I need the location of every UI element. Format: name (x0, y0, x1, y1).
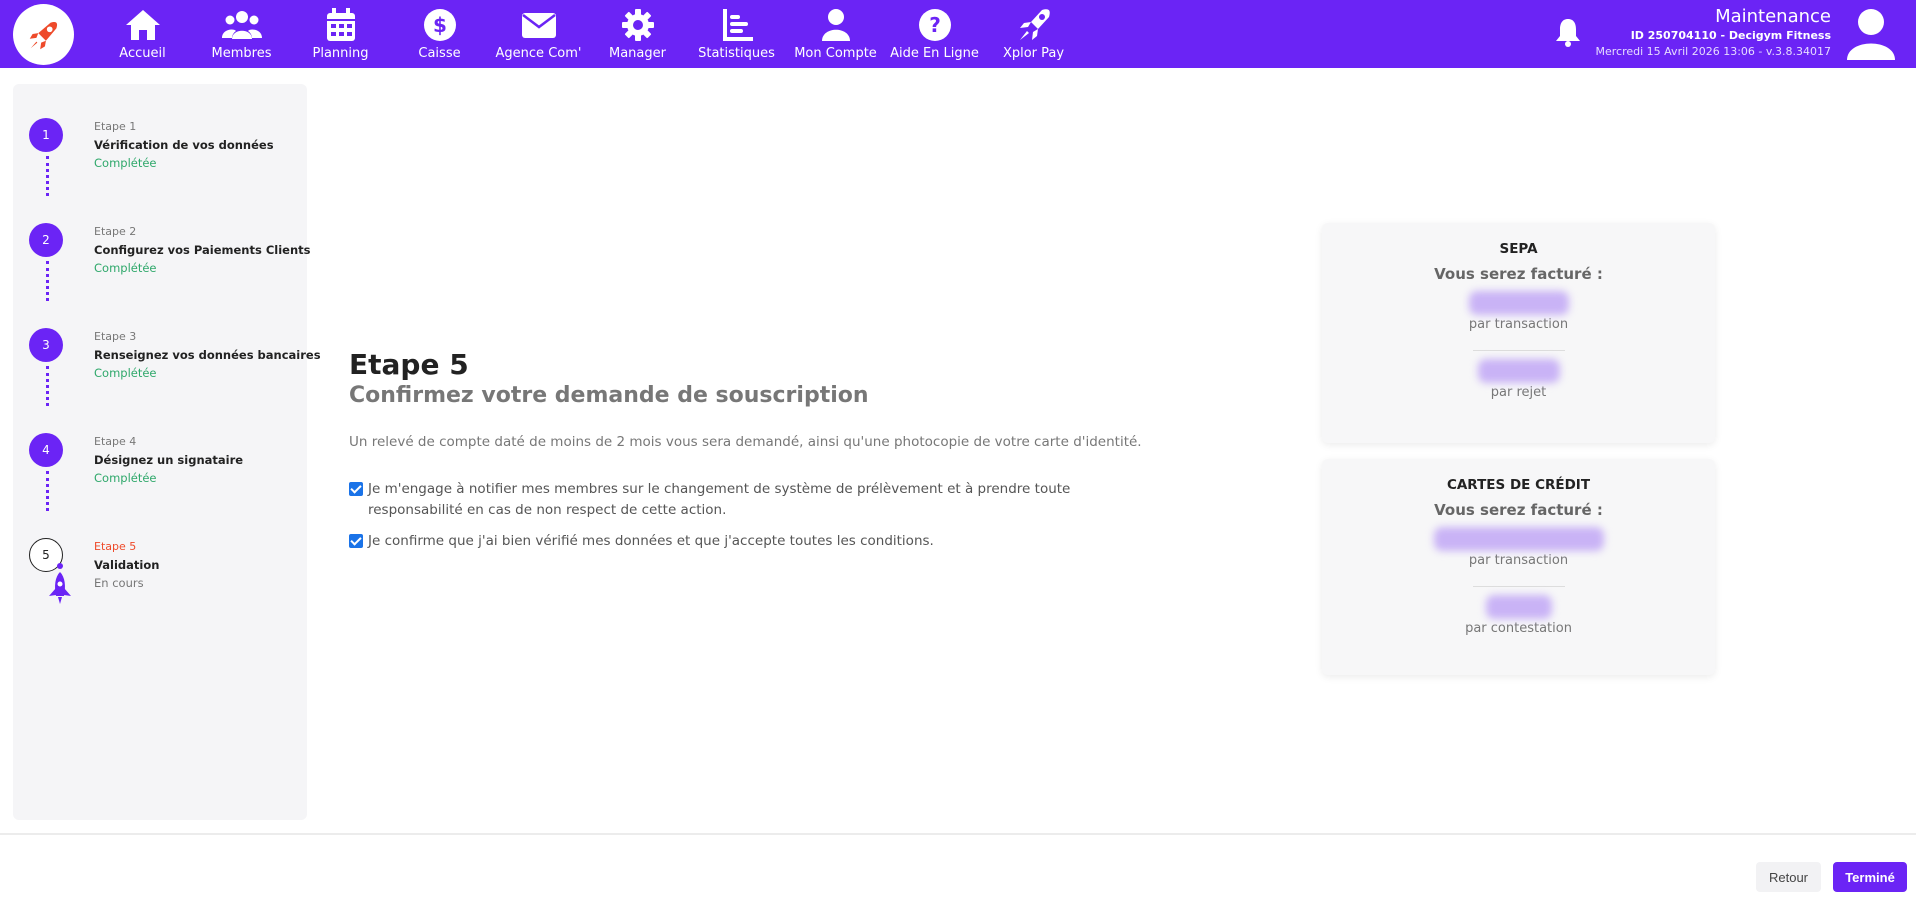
top-navbar: Accueil Membres Planning $ Caisse Agence… (0, 0, 1916, 68)
envelope-icon (521, 13, 556, 38)
divider (1472, 350, 1565, 351)
step-1-status: Complétée (94, 156, 157, 170)
commitment-check-label: Je m'engage à notifier mes membres sur l… (368, 481, 1071, 518)
credit-card-dispute-unit: par contestation (1465, 621, 1572, 636)
sepa-transaction-unit: par transaction (1468, 317, 1569, 332)
bell-icon[interactable] (1554, 17, 1582, 47)
avatar-icon[interactable] (1845, 6, 1897, 62)
step-1: 1 Etape 1 Vérification de vos données Co… (29, 100, 299, 170)
nav-xplor-pay-label: Xplor Pay (1002, 46, 1065, 61)
credit-card-transaction-unit: par transaction (1468, 553, 1569, 568)
svg-text:$: $ (433, 13, 447, 37)
nav-mon-compte-label: Mon Compte (794, 46, 877, 61)
step-connector (46, 471, 50, 511)
sepa-title: SEPA (1499, 241, 1538, 257)
stepper-sidebar: 1 Etape 1 Vérification de vos données Co… (13, 84, 321, 820)
step-5-number: Etape 5 (94, 540, 137, 553)
main-nav: Accueil Membres Planning $ Caisse Agence… (93, 0, 1083, 68)
nav-membres[interactable]: Membres (192, 0, 291, 68)
credit-card-subtitle: Vous serez facturé : (1434, 501, 1603, 519)
nav-accueil[interactable]: Accueil (93, 0, 192, 68)
step-4-circle: 4 (29, 433, 63, 467)
user-icon (821, 9, 850, 41)
step-4-number: Etape 4 (94, 435, 137, 448)
step-2: 2 Etape 2 Configurez vos Paiements Clien… (29, 205, 310, 275)
nav-mon-compte[interactable]: Mon Compte (786, 0, 885, 68)
users-icon (221, 11, 262, 39)
nav-caisse-label: Caisse (418, 46, 461, 61)
sepa-card: SEPA Vous serez facturé : par transactio… (1322, 223, 1715, 443)
sepa-reject-fee-redacted (1477, 359, 1560, 383)
step-5-status: En cours (94, 576, 144, 590)
user-info: Maintenance ID 250704110 - Decigym Fitne… (1596, 6, 1831, 60)
step-3-title: Renseignez vos données bancaires (94, 348, 321, 362)
rocket-progress-icon (49, 563, 71, 604)
user-id: ID 250704110 - Decigym Fitness (1630, 29, 1831, 42)
footer-divider (0, 833, 1916, 835)
page-subtitle: Confirmez votre demande de souscription (349, 383, 869, 408)
done-button[interactable]: Terminé (1833, 862, 1907, 892)
step-1-title: Vérification de vos données (94, 138, 274, 152)
step-2-title: Configurez vos Paiements Clients (94, 243, 311, 257)
nav-manager[interactable]: Manager (588, 0, 687, 68)
step-4-status: Complétée (94, 471, 157, 485)
nav-accueil-label: Accueil (119, 46, 166, 61)
page-description: Un relevé de compte daté de moins de 2 m… (349, 434, 1142, 450)
svg-text:?: ? (929, 13, 941, 37)
nav-agence-com-label: Agence Com' (495, 46, 582, 61)
step-2-status: Complétée (94, 261, 157, 275)
dollar-icon: $ (423, 9, 456, 41)
page-title: Etape 5 (349, 348, 469, 381)
step-4-title: Désignez un signataire (94, 453, 244, 467)
nav-xplor-pay[interactable]: Xplor Pay (984, 0, 1083, 68)
step-connector (46, 156, 50, 196)
back-button[interactable]: Retour (1756, 862, 1821, 892)
sepa-subtitle: Vous serez facturé : (1434, 265, 1603, 283)
credit-card-dispute-fee-redacted (1485, 595, 1552, 619)
date-version: Mercredi 15 Avril 2026 13:06 - v.3.8.340… (1595, 45, 1831, 58)
step-3-circle: 3 (29, 328, 63, 362)
step-3: 3 Etape 3 Renseignez vos données bancair… (29, 310, 321, 380)
app-logo[interactable] (13, 4, 74, 65)
help-icon: ? (918, 9, 951, 41)
home-icon (125, 10, 160, 40)
calendar-icon (326, 8, 355, 41)
nav-manager-label: Manager (609, 46, 666, 61)
credit-card-transaction-fee-redacted (1433, 527, 1604, 551)
confirm-check-label: Je confirme que j'ai bien vérifié mes do… (368, 533, 934, 549)
step-5-title: Validation (94, 558, 160, 572)
user-name: Maintenance (1715, 6, 1831, 27)
nav-membres-label: Membres (211, 46, 272, 61)
chart-icon (722, 9, 753, 41)
confirm-checkbox[interactable] (349, 534, 363, 548)
nav-caisse[interactable]: $ Caisse (390, 0, 489, 68)
gear-icon (621, 9, 654, 41)
confirm-check-row: Je confirme que j'ai bien vérifié mes do… (349, 531, 1109, 552)
nav-agence-com[interactable]: Agence Com' (489, 0, 588, 68)
credit-card-card: CARTES DE CRÉDIT Vous serez facturé : pa… (1322, 459, 1715, 675)
rocket-icon (1019, 9, 1050, 40)
sepa-transaction-fee-redacted (1468, 291, 1569, 315)
nav-aide-en-ligne-label: Aide En Ligne (890, 46, 979, 61)
step-3-status: Complétée (94, 366, 157, 380)
step-4: 4 Etape 4 Désignez un signataire Complét… (29, 415, 299, 485)
step-2-number: Etape 2 (94, 225, 137, 238)
nav-statistiques[interactable]: Statistiques (687, 0, 786, 68)
divider (1472, 586, 1565, 587)
step-connector (46, 261, 50, 301)
sepa-reject-unit: par rejet (1490, 385, 1547, 400)
commitment-check-row: Je m'engage à notifier mes membres sur l… (349, 479, 1109, 521)
step-2-circle: 2 (29, 223, 63, 257)
credit-card-title: CARTES DE CRÉDIT (1446, 477, 1591, 493)
nav-statistiques-label: Statistiques (698, 46, 775, 61)
step-1-circle: 1 (29, 118, 63, 152)
step-1-number: Etape 1 (94, 120, 137, 133)
step-3-number: Etape 3 (94, 330, 137, 343)
step-connector (46, 366, 50, 406)
nav-planning[interactable]: Planning (291, 0, 390, 68)
nav-aide-en-ligne[interactable]: ? Aide En Ligne (885, 0, 984, 68)
commitment-checkbox[interactable] (349, 482, 363, 496)
rocket-logo-icon (29, 21, 57, 49)
nav-planning-label: Planning (312, 46, 369, 61)
